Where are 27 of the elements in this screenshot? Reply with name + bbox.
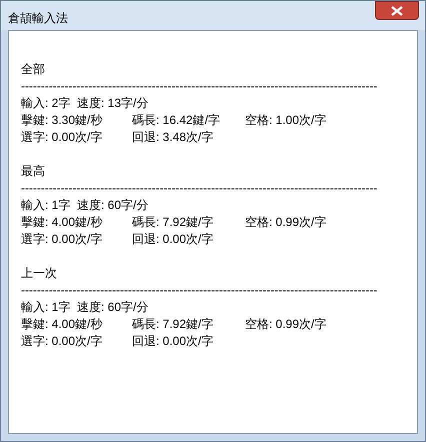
stat-text: 空格: 0.99次/字 xyxy=(245,316,328,333)
stat-text: 碼長: 16.42鍵/字 xyxy=(132,112,222,129)
window-title: 倉頡輸入法 xyxy=(8,10,68,27)
stat-text: 回退: 0.00次/字 xyxy=(132,231,214,248)
dashed-separator: ------------------------------------------------------------------------------------------ xyxy=(21,282,378,299)
close-icon xyxy=(391,6,403,16)
dashed-separator: ------------------------------------------------------------------------------------------ xyxy=(21,78,378,95)
close-button[interactable] xyxy=(375,1,419,20)
section-title: 上一次 xyxy=(21,265,58,282)
section-title: 最高 xyxy=(21,163,46,180)
stat-text: 碼長: 7.92鍵/字 xyxy=(132,214,214,231)
stat-text: 選字: 0.00次/字 xyxy=(21,129,104,146)
stat-text: 擊鍵: 4.00鍵/秒 xyxy=(21,316,104,333)
stat-text: 空格: 0.99次/字 xyxy=(245,214,328,231)
stat-text: 選字: 0.00次/字 xyxy=(21,333,104,350)
stat-text: 擊鍵: 4.00鍵/秒 xyxy=(21,214,104,231)
summary-text: 輸入: 1字 速度: 60字/分 xyxy=(21,299,150,316)
stat-text: 空格: 1.00次/字 xyxy=(245,112,328,129)
stat-text: 碼長: 7.92鍵/字 xyxy=(132,316,214,333)
section-title: 全部 xyxy=(21,61,46,78)
stat-text: 擊鍵: 3.30鍵/秒 xyxy=(21,112,104,129)
stat-text: 回退: 3.48次/字 xyxy=(132,129,214,146)
summary-text: 輸入: 2字 速度: 13字/分 xyxy=(21,95,150,112)
summary-text: 輸入: 1字 速度: 60字/分 xyxy=(21,197,150,214)
stat-text: 選字: 0.00次/字 xyxy=(21,231,104,248)
dashed-separator: ------------------------------------------------------------------------------------------ xyxy=(21,180,378,197)
stat-text: 回退: 0.00次/字 xyxy=(132,333,214,350)
